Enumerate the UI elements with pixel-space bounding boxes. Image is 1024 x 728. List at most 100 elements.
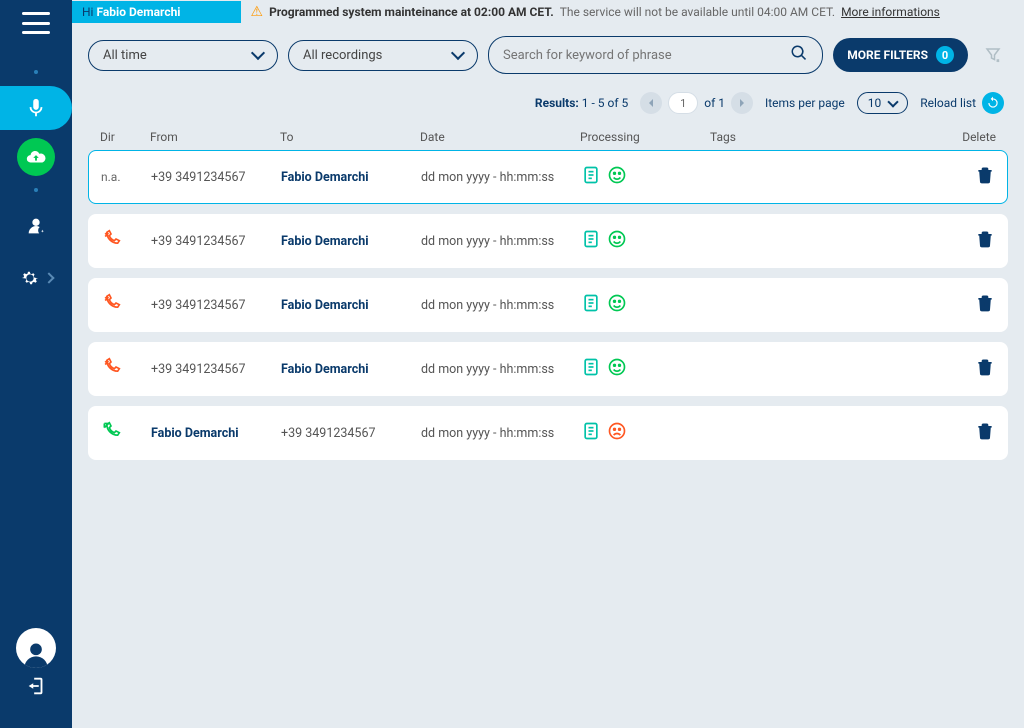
- transcript-icon[interactable]: [581, 229, 601, 253]
- transcript-icon[interactable]: [581, 357, 601, 381]
- sentiment-icon[interactable]: [607, 357, 627, 381]
- notice-rest: The service will not be available until …: [560, 5, 835, 19]
- row-date: dd mon yyyy - hh:mm:ss: [421, 298, 581, 313]
- header-date: Date: [420, 130, 580, 144]
- row-to: Fabio Demarchi: [281, 298, 421, 313]
- row-date: dd mon yyyy - hh:mm:ss: [421, 426, 581, 441]
- cloud-upload-icon: [25, 146, 47, 168]
- table-row[interactable]: +39 3491234567 Fabio Demarchi dd mon yyy…: [88, 214, 1008, 268]
- chevron-down-icon: [251, 46, 265, 60]
- transcript-icon[interactable]: [581, 421, 601, 445]
- reset-filters-button[interactable]: [978, 40, 1008, 70]
- pager-of: of 1: [704, 96, 725, 110]
- logout-icon: [25, 675, 47, 697]
- row-to: Fabio Demarchi: [281, 234, 421, 249]
- nav-dot: [34, 70, 38, 74]
- row-dir-icon: n.a.: [101, 170, 151, 185]
- more-filters-label: MORE FILTERS: [847, 48, 928, 62]
- sentiment-icon[interactable]: [607, 293, 627, 317]
- row-delete-button[interactable]: [945, 421, 995, 445]
- row-delete-button[interactable]: [945, 229, 995, 253]
- header-tags: Tags: [710, 130, 946, 144]
- search-box[interactable]: [488, 36, 823, 74]
- reload-icon: [982, 92, 1004, 114]
- filter-bar: All time All recordings MORE FILTERS 0: [72, 24, 1024, 86]
- row-dir-icon: [101, 293, 151, 317]
- reload-button[interactable]: Reload list: [920, 92, 1004, 114]
- table-row[interactable]: n.a. +39 3491234567 Fabio Demarchi dd mo…: [88, 150, 1008, 204]
- main-content: Hi Fabio Demarchi ⚠ Programmed system ma…: [72, 0, 1024, 728]
- user-gear-icon: [25, 215, 47, 237]
- greeting-name: Fabio Demarchi: [96, 5, 180, 19]
- row-from: +39 3491234567: [151, 298, 281, 313]
- warning-icon: ⚠: [251, 4, 264, 20]
- time-filter-dropdown[interactable]: All time: [88, 40, 278, 71]
- header-to: To: [280, 130, 420, 144]
- search-icon[interactable]: [790, 44, 808, 66]
- pager: 1 of 1: [640, 92, 753, 114]
- recordings-filter-label: All recordings: [303, 48, 382, 63]
- row-dir-icon: [101, 421, 151, 445]
- nav-settings[interactable]: [0, 256, 60, 300]
- transcript-icon[interactable]: [581, 293, 601, 317]
- header-delete: Delete: [946, 130, 996, 144]
- row-from: Fabio Demarchi: [151, 426, 281, 441]
- greeting: Hi Fabio Demarchi: [72, 1, 241, 23]
- row-date: dd mon yyyy - hh:mm:ss: [421, 234, 581, 249]
- table-row[interactable]: +39 3491234567 Fabio Demarchi dd mon yyy…: [88, 342, 1008, 396]
- more-filters-button[interactable]: MORE FILTERS 0: [833, 38, 968, 72]
- nav-logout[interactable]: [0, 664, 60, 708]
- transcript-icon[interactable]: [581, 165, 601, 189]
- sentiment-icon[interactable]: [607, 229, 627, 253]
- row-dir-icon: [101, 357, 151, 381]
- nav-record[interactable]: [0, 86, 72, 130]
- header-processing: Processing: [580, 130, 710, 144]
- pager-next[interactable]: [731, 92, 753, 114]
- recordings-filter-dropdown[interactable]: All recordings: [288, 40, 478, 71]
- row-to: Fabio Demarchi: [281, 170, 421, 185]
- ipp-dropdown[interactable]: 10: [857, 92, 909, 114]
- row-delete-button[interactable]: [945, 293, 995, 317]
- mic-icon: [25, 97, 47, 119]
- greeting-hi: Hi: [82, 5, 93, 19]
- row-from: +39 3491234567: [151, 170, 281, 185]
- row-processing: [581, 293, 711, 317]
- ipp-value: 10: [868, 96, 882, 110]
- row-to: Fabio Demarchi: [281, 362, 421, 377]
- avatar[interactable]: [16, 628, 56, 668]
- row-delete-button[interactable]: [945, 357, 995, 381]
- nav-upload[interactable]: [17, 138, 55, 176]
- table-header: Dir From To Date Processing Tags Delete: [88, 124, 1008, 150]
- recordings-table: Dir From To Date Processing Tags Delete …: [72, 124, 1024, 470]
- row-processing: [581, 357, 711, 381]
- chevron-down-icon: [888, 96, 899, 107]
- row-processing: [581, 165, 711, 189]
- search-input[interactable]: [503, 48, 790, 63]
- more-filters-count: 0: [936, 46, 954, 64]
- row-dir-icon: [101, 229, 151, 253]
- sentiment-icon[interactable]: [607, 165, 627, 189]
- chevron-down-icon: [451, 46, 465, 60]
- results-text: Results: 1 - 5 of 5: [535, 96, 628, 110]
- sentiment-icon[interactable]: [607, 421, 627, 445]
- row-date: dd mon yyyy - hh:mm:ss: [421, 362, 581, 377]
- ipp-label: Items per page: [765, 96, 845, 110]
- chevron-right-icon: [43, 272, 54, 283]
- pager-prev[interactable]: [640, 92, 662, 114]
- table-row[interactable]: Fabio Demarchi +39 3491234567 dd mon yyy…: [88, 406, 1008, 460]
- header-from: From: [150, 130, 280, 144]
- results-meta: Results: 1 - 5 of 5 1 of 1 Items per pag…: [72, 86, 1024, 124]
- nav-user-settings[interactable]: [0, 204, 60, 248]
- hamburger-icon[interactable]: [22, 12, 50, 34]
- notice-link[interactable]: More informations: [841, 5, 940, 19]
- row-from: +39 3491234567: [151, 234, 281, 249]
- row-processing: [581, 229, 711, 253]
- filter-off-icon: [984, 46, 1002, 64]
- reload-label: Reload list: [920, 96, 976, 110]
- notice-bold: Programmed system mainteinance at 02:00 …: [269, 5, 554, 19]
- time-filter-label: All time: [103, 48, 147, 63]
- row-delete-button[interactable]: [945, 165, 995, 189]
- table-row[interactable]: +39 3491234567 Fabio Demarchi dd mon yyy…: [88, 278, 1008, 332]
- sidebar: [0, 0, 72, 728]
- row-processing: [581, 421, 711, 445]
